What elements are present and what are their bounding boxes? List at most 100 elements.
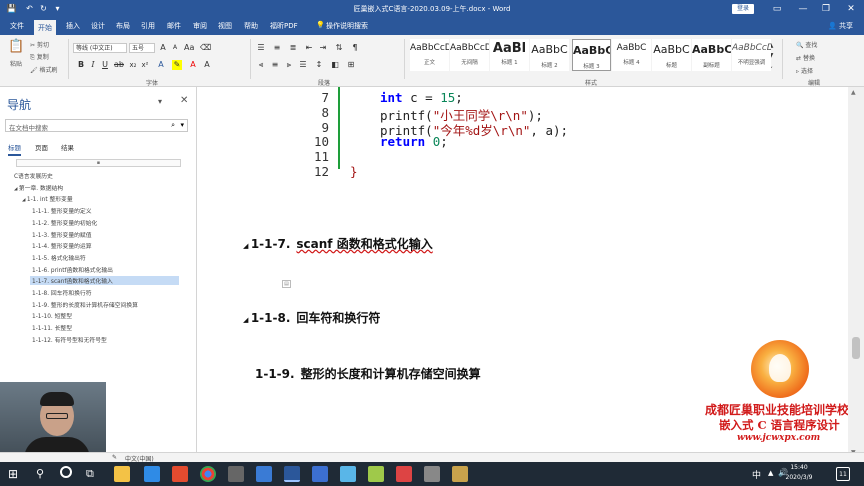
app-icon-blue[interactable] — [144, 466, 160, 482]
app-icon-cyan[interactable] — [340, 466, 356, 482]
paste-label[interactable]: 粘贴 — [10, 59, 22, 68]
borders-icon[interactable]: ⊞ — [346, 60, 356, 70]
align-center-icon[interactable]: ≡ — [270, 60, 280, 70]
task-view-icon[interactable]: ⧉ — [86, 467, 94, 481]
align-left-icon[interactable]: ⫷ — [256, 60, 266, 70]
tab-home[interactable]: 开始 — [34, 20, 56, 35]
nav-heading-item[interactable]: 1-1-5. 格式化输出符 — [32, 253, 86, 262]
char-border-icon[interactable]: A — [202, 60, 212, 70]
app-icon-blue-2[interactable] — [256, 466, 272, 482]
document-area[interactable]: ▤ 成都匠巢职业技能培训学校 嵌入式 C 语言程序设计 www.jcwxpx.c… — [197, 87, 849, 462]
search-dropdown-icon[interactable]: ▾ — [180, 121, 184, 129]
align-right-icon[interactable]: ⫸ — [284, 60, 294, 70]
maximize-button[interactable]: ❐ — [813, 0, 839, 18]
cut-button[interactable]: ✂ 剪切 — [30, 40, 49, 49]
windows-start-icon[interactable]: ⊞ — [8, 468, 18, 480]
nav-heading-item[interactable]: 1-1-9. 整形的长度和计算机存储空间换算 — [32, 300, 138, 309]
grow-font-icon[interactable]: A — [158, 43, 168, 53]
show-marks-icon[interactable]: ¶ — [350, 43, 360, 53]
style-0[interactable]: AaBbCcDı 正文 — [410, 39, 449, 71]
highlight-icon[interactable]: ✎ — [172, 60, 182, 70]
app-icon-red-2[interactable] — [396, 466, 412, 482]
replace-button[interactable]: ⇄ 替换 — [796, 53, 815, 62]
nav-heading-item[interactable]: 1-1-12. 有符号型和无符号型 — [32, 335, 107, 344]
app-icon-red[interactable] — [172, 466, 188, 482]
increase-indent-icon[interactable]: ⇥ — [318, 43, 328, 53]
proofing-icon[interactable]: ✎ — [112, 454, 117, 461]
clock-time[interactable]: 15:40 — [784, 464, 814, 471]
nav-tab-results[interactable]: 结果 — [61, 142, 74, 152]
tab-review[interactable]: 审阅 — [193, 21, 207, 31]
bullets-icon[interactable]: ☰ — [256, 43, 266, 53]
search-icon[interactable]: ⌕ — [171, 121, 175, 130]
document-heading[interactable]: 1-1-9. 整形的长度和计算机存储空间换算 — [255, 365, 481, 382]
calculator-icon[interactable] — [228, 466, 244, 482]
select-button[interactable]: ▹ 选择 — [796, 66, 813, 75]
format-painter-button[interactable]: 🖌 格式刷 — [30, 65, 58, 74]
style-2[interactable]: AaBl 标题 1 — [490, 39, 529, 71]
shrink-font-icon[interactable]: A — [170, 43, 180, 53]
nav-heading-item[interactable]: 1-1-7. scanf函数和格式化输入 — [30, 276, 179, 286]
chrome-icon[interactable] — [200, 466, 216, 482]
decrease-indent-icon[interactable]: ⇤ — [304, 43, 314, 53]
find-button[interactable]: 🔍 查找 — [796, 40, 817, 49]
tab-insert[interactable]: 插入 — [66, 21, 80, 31]
scrollbar-thumb[interactable] — [852, 337, 860, 359]
network-icon[interactable]: ▲ — [768, 469, 773, 477]
clock-date[interactable]: 2020/3/9 — [780, 474, 818, 481]
style-4[interactable]: AaBbC 标题 3 — [572, 39, 611, 71]
nav-heading-item[interactable]: 1-1-10. 短整型 — [32, 311, 72, 320]
document-heading[interactable]: ◢ 1-1-7. scanf 函数和格式化输入 — [243, 235, 433, 252]
tab-references[interactable]: 引用 — [141, 21, 155, 31]
share-button[interactable]: 👤 共享 — [828, 21, 853, 31]
app-icon-gold[interactable] — [452, 466, 468, 482]
taskbar-search-icon[interactable]: ⚲ — [36, 467, 44, 480]
close-button[interactable]: ✕ — [838, 0, 864, 18]
nav-heading-item[interactable]: 1-1-1. 整形变量的定义 — [32, 206, 92, 215]
nav-close-icon[interactable]: ✕ — [180, 95, 188, 106]
justify-icon[interactable]: ☰ — [298, 60, 308, 70]
tab-view[interactable]: 视图 — [218, 21, 232, 31]
shading-icon[interactable]: ◧ — [330, 60, 340, 70]
style-6[interactable]: AaBbC 标题 — [652, 39, 691, 71]
numbering-icon[interactable]: ≡ — [272, 43, 282, 53]
tab-layout[interactable]: 布局 — [116, 21, 130, 31]
notification-badge[interactable]: 11 — [836, 467, 850, 481]
nav-collapse-handle[interactable]: ▪ — [16, 159, 181, 167]
app-icon-green[interactable] — [368, 466, 384, 482]
font-size-select[interactable]: 五号 — [129, 43, 155, 53]
tab-mailings[interactable]: 邮件 — [167, 21, 181, 31]
paste-icon[interactable]: 📋 — [8, 39, 24, 55]
nav-options-icon[interactable]: ▾ — [158, 97, 162, 106]
bold-icon[interactable]: B — [76, 60, 86, 70]
tab-foxit-pdf[interactable]: 福昕PDF — [270, 21, 298, 31]
login-button[interactable]: 登录 — [732, 4, 754, 14]
underline-icon[interactable]: U — [100, 60, 110, 70]
input-method-indicator[interactable]: 中 — [752, 468, 761, 481]
tab-design[interactable]: 设计 — [91, 21, 105, 31]
nav-heading-item[interactable]: C语言发展历史 — [14, 171, 53, 180]
font-name-select[interactable]: 等线 (中文正) — [73, 43, 127, 53]
style-8[interactable]: AaBbCcDı 不明显强调 — [732, 39, 771, 71]
nav-tab-headings[interactable]: 标题 — [8, 142, 21, 156]
nav-heading-item[interactable]: 1-1-8. 回车符和换行符 — [32, 288, 92, 297]
nav-heading-item[interactable]: 1-1-6. printf函数和格式化输出 — [32, 265, 113, 274]
document-heading[interactable]: ◢ 1-1-8. 回车符和换行符 — [243, 309, 380, 326]
nav-heading-item[interactable]: 1-1-11. 长整型 — [32, 323, 72, 332]
style-1[interactable]: AaBbCcDı 无间隔 — [450, 39, 489, 71]
italic-icon[interactable]: I — [88, 60, 98, 70]
multilevel-icon[interactable]: ≣ — [288, 43, 298, 53]
file-explorer-icon[interactable] — [114, 466, 130, 482]
cortana-icon[interactable] — [60, 466, 72, 478]
style-5[interactable]: AaBbC 标题 4 — [612, 39, 651, 71]
text-effects-icon[interactable]: A — [156, 60, 166, 70]
nav-heading-item[interactable]: ◢ 第一章. 数据结构 — [14, 183, 63, 192]
vertical-scrollbar[interactable]: ▲ ▼ — [848, 87, 864, 462]
style-7[interactable]: AaBbC 副标题 — [692, 39, 731, 71]
nav-tab-pages[interactable]: 页面 — [35, 142, 48, 152]
word-icon[interactable] — [284, 466, 300, 482]
line-spacing-icon[interactable]: ↕ — [314, 60, 324, 70]
change-case-icon[interactable]: Aa — [184, 43, 194, 53]
tell-me-search[interactable]: 操作说明搜索 — [326, 21, 368, 31]
nav-heading-item[interactable]: 1-1-3. 整形变量的赋值 — [32, 230, 92, 239]
